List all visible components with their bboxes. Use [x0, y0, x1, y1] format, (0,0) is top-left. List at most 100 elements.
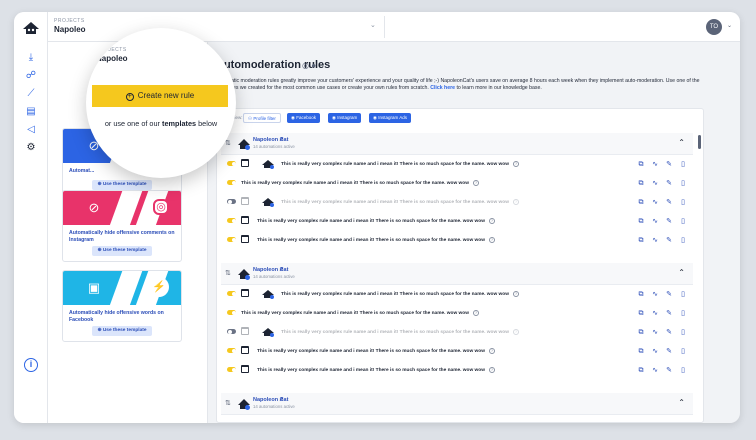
activity-icon[interactable]: ∿	[651, 309, 659, 318]
rule-toggle[interactable]	[227, 218, 236, 223]
rule-name[interactable]: This is really very complex rule name an…	[241, 180, 479, 186]
help-icon[interactable]: ?	[512, 199, 519, 205]
calendar-icon[interactable]	[241, 327, 249, 335]
calendar-icon[interactable]	[241, 346, 249, 354]
chevron-down-icon[interactable]: ⌄	[727, 22, 732, 29]
activity-icon[interactable]: ∿	[651, 198, 659, 207]
chevron-up-icon[interactable]: ⌃	[678, 398, 685, 407]
edit-icon[interactable]: ✎	[665, 160, 673, 169]
help-icon[interactable]: ?	[472, 310, 479, 316]
delete-icon[interactable]: ▯	[679, 198, 687, 207]
activity-icon[interactable]: ∿	[651, 366, 659, 375]
copy-icon[interactable]: ⧉	[637, 179, 645, 188]
edit-icon[interactable]: ✎	[665, 347, 673, 356]
edit-icon[interactable]: ✎	[665, 290, 673, 299]
copy-icon[interactable]: ⧉	[637, 160, 645, 169]
analytics-icon[interactable]: ⟋	[25, 88, 37, 100]
activity-icon[interactable]: ∿	[651, 179, 659, 188]
calendar-icon[interactable]	[241, 216, 249, 224]
calendar-icon[interactable]	[241, 235, 249, 243]
help-icon[interactable]: ?	[512, 329, 519, 335]
copy-icon[interactable]: ⧉	[637, 328, 645, 337]
rule-toggle[interactable]	[227, 199, 236, 204]
rule-toggle[interactable]	[227, 310, 236, 315]
copy-icon[interactable]: ⧉	[637, 347, 645, 356]
sync-icon[interactable]: ⇅	[225, 399, 231, 407]
copy-icon[interactable]: ⧉	[637, 198, 645, 207]
rule-group-header[interactable]: ⇅ Napoleon Cat ↗ 14 automations active ⌃	[221, 133, 693, 155]
help-icon[interactable]: ?	[472, 180, 479, 186]
help-icon[interactable]: ?	[488, 237, 495, 243]
activity-icon[interactable]: ∿	[651, 347, 659, 356]
rule-name[interactable]: This is really very complex rule name an…	[281, 291, 519, 297]
external-link-icon[interactable]: ↗	[279, 267, 284, 273]
help-icon[interactable]: ?	[488, 218, 495, 224]
delete-icon[interactable]: ▯	[679, 309, 687, 318]
rule-toggle[interactable]	[227, 348, 236, 353]
info-icon[interactable]: i	[24, 358, 38, 372]
edit-icon[interactable]: ✎	[665, 198, 673, 207]
delete-icon[interactable]: ▯	[679, 179, 687, 188]
edit-icon[interactable]: ✎	[665, 309, 673, 318]
knowledge-base-link[interactable]: Click here	[430, 85, 455, 91]
create-new-rule-button[interactable]: + Create new rule	[92, 85, 228, 107]
rule-name[interactable]: This is really very complex rule name an…	[257, 237, 495, 243]
rule-toggle[interactable]	[227, 161, 236, 166]
edit-icon[interactable]: ✎	[665, 328, 673, 337]
rule-name[interactable]: This is really very complex rule name an…	[281, 199, 519, 205]
copy-icon[interactable]: ⧉	[637, 366, 645, 375]
calendar-icon[interactable]	[241, 159, 249, 167]
delete-icon[interactable]: ▯	[679, 236, 687, 245]
calendar-icon[interactable]	[241, 365, 249, 373]
copy-icon[interactable]: ⧉	[637, 290, 645, 299]
rule-name[interactable]: This is really very complex rule name an…	[257, 218, 495, 224]
profile-filter-chip[interactable]: ⚇ Profile filter	[243, 113, 281, 123]
edit-icon[interactable]: ✎	[665, 217, 673, 226]
sync-icon[interactable]: ⇅	[225, 269, 231, 277]
activity-icon[interactable]: ∿	[651, 160, 659, 169]
rule-toggle[interactable]	[227, 237, 236, 242]
help-icon[interactable]: ?	[512, 161, 519, 167]
delete-icon[interactable]: ▯	[679, 217, 687, 226]
napoleoncat-logo-icon[interactable]	[22, 20, 40, 36]
delete-icon[interactable]: ▯	[679, 347, 687, 356]
activity-icon[interactable]: ∿	[651, 328, 659, 337]
rule-toggle[interactable]	[227, 367, 236, 372]
help-icon[interactable]: ?	[512, 291, 519, 297]
scrollbar[interactable]	[698, 135, 701, 149]
rule-toggle[interactable]	[227, 180, 236, 185]
delete-icon[interactable]: ▯	[679, 290, 687, 299]
help-icon[interactable]: ?	[488, 348, 495, 354]
delete-icon[interactable]: ▯	[679, 366, 687, 375]
chevron-up-icon[interactable]: ⌃	[678, 138, 685, 147]
copy-icon[interactable]: ⧉	[637, 217, 645, 226]
use-template-button[interactable]: ⊕ Use these template	[92, 246, 152, 256]
rule-name[interactable]: This is really very complex rule name an…	[241, 310, 479, 316]
activity-icon[interactable]: ∿	[651, 217, 659, 226]
facebook-filter-chip[interactable]: ◉ Facebook	[287, 113, 320, 123]
chevron-down-icon[interactable]: ⌄	[370, 21, 376, 29]
instagram-filter-chip[interactable]: ◉ Instagram	[328, 113, 362, 123]
rule-name[interactable]: This is really very complex rule name an…	[281, 329, 519, 335]
automoderation-icon[interactable]: ⚙	[25, 142, 37, 154]
user-avatar[interactable]: TO	[706, 19, 722, 35]
external-link-icon[interactable]: ↗	[279, 397, 284, 403]
publish-icon[interactable]: ☍	[25, 70, 37, 82]
rule-group-header[interactable]: ⇅ Napoleon Cat ↗ 14 automations active ⌃	[221, 263, 693, 285]
help-icon[interactable]: ?	[488, 367, 495, 373]
rule-toggle[interactable]	[227, 291, 236, 296]
use-template-button[interactable]: ⊕ Use these template	[92, 180, 152, 190]
reports-icon[interactable]: ▤	[25, 106, 37, 118]
delete-icon[interactable]: ▯	[679, 160, 687, 169]
rule-group-header[interactable]: ⇅ Napoleon Cat ↗ 14 automations active ⌃	[221, 393, 693, 415]
delete-icon[interactable]: ▯	[679, 328, 687, 337]
rule-name[interactable]: This is really very complex rule name an…	[257, 348, 495, 354]
external-link-icon[interactable]: ↗	[279, 137, 284, 143]
rule-name[interactable]: This is really very complex rule name an…	[257, 367, 495, 373]
rule-toggle[interactable]	[227, 329, 236, 334]
calendar-icon[interactable]	[241, 289, 249, 297]
instagram-ads-filter-chip[interactable]: ◉ Instagram Ads	[369, 113, 411, 123]
rule-name[interactable]: This is really very complex rule name an…	[281, 161, 519, 167]
inbox-icon[interactable]: ⤓	[25, 52, 37, 64]
copy-icon[interactable]: ⧉	[637, 236, 645, 245]
